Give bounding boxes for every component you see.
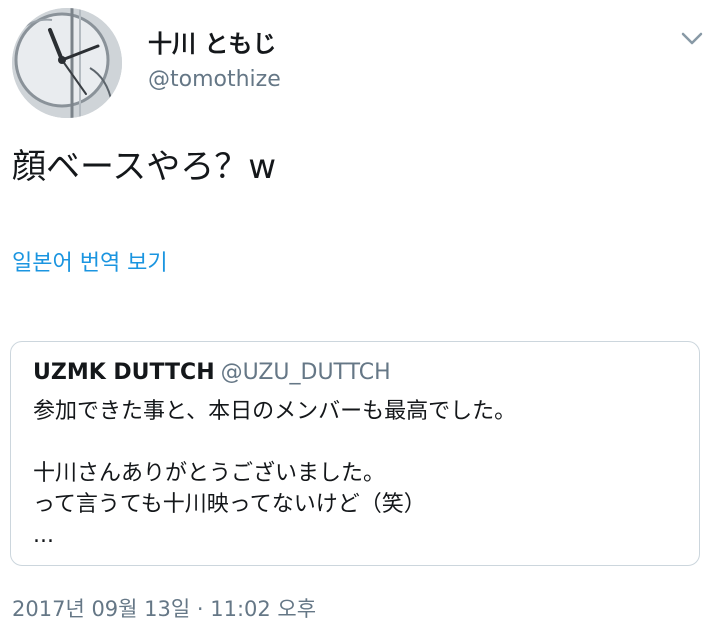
translate-link[interactable]: 일본어 번역 보기 (12, 248, 168, 280)
quoted-tweet-card[interactable]: UZMK DUTTCH @UZU_DUTTCH 参加できた事と、本日のメンバーも最… (10, 341, 700, 566)
chevron-down-icon[interactable] (676, 22, 708, 54)
quoted-author-handle: @UZU_DUTTCH (220, 360, 391, 385)
quoted-tweet-line: って言うても十川映ってないけど（笑） (33, 492, 426, 517)
author-username[interactable]: @tomothize (148, 65, 281, 95)
clock-photo (12, 8, 122, 118)
quoted-tweet-header: UZMK DUTTCH @UZU_DUTTCH (33, 358, 391, 388)
quoted-tweet-blank-line (33, 427, 683, 458)
quoted-tweet-line: 参加できた事と、本日のメンバーも最高でした。 (33, 399, 517, 424)
avatar[interactable] (12, 8, 122, 118)
author-display-name[interactable]: 十川 ともじ (148, 28, 276, 60)
quoted-author-name: UZMK DUTTCH (33, 360, 215, 385)
tweet-text: 顔ベースやろ？w (12, 147, 277, 187)
tweet-timestamp[interactable]: 2017년 09월 13일 · 11:02 오후 (12, 594, 316, 624)
quoted-tweet-line: 十川さんありがとうございました。 (33, 461, 386, 486)
quoted-tweet-body: 参加できた事と、本日のメンバーも最高でした。 十川さんありがとうございました。 … (33, 396, 683, 551)
quoted-tweet-ellipsis: ... (33, 523, 54, 548)
